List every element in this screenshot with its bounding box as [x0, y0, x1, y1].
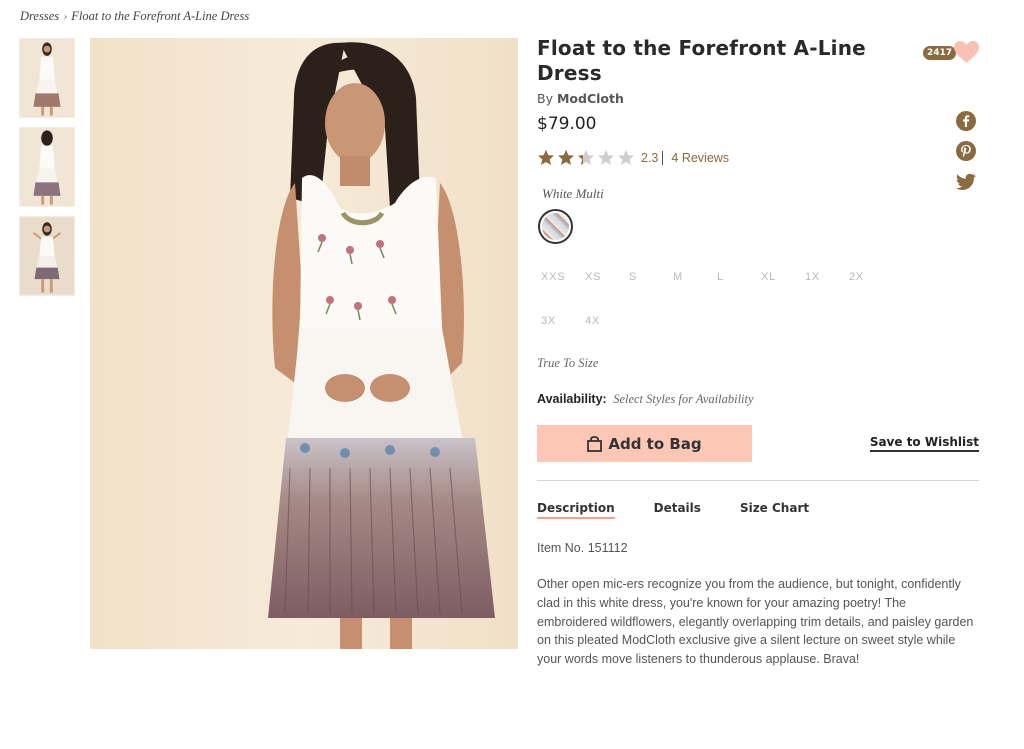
color-name: White Multi — [542, 186, 604, 201]
save-to-wishlist-link[interactable]: Save to Wishlist — [869, 435, 979, 452]
star-icon — [558, 149, 574, 165]
shopping-bag-icon — [587, 435, 603, 452]
tab-description[interactable]: Description — [537, 501, 615, 519]
rating-stars — [537, 149, 637, 167]
size-option-2x[interactable]: 2X — [849, 268, 893, 286]
thumbnail-gallery — [19, 38, 75, 305]
star-icon — [598, 149, 614, 165]
thumbnail-pose-image — [20, 217, 74, 295]
item-number: Item No. 151112 — [537, 541, 628, 555]
pinterest-icon[interactable] — [956, 141, 976, 161]
availability-value: Select Styles for Availability — [613, 392, 754, 406]
add-to-bag-button[interactable]: Add to Bag — [537, 425, 752, 462]
brand-prefix: By — [537, 91, 553, 106]
availability: Availability: Select Styles for Availabi… — [537, 392, 979, 407]
main-product-image[interactable] — [90, 38, 518, 649]
size-option-1x[interactable]: 1X — [805, 268, 849, 286]
tab-details[interactable]: Details — [654, 501, 701, 519]
heart-icon[interactable] — [954, 41, 979, 64]
thumbnail-back-image — [20, 128, 74, 206]
breadcrumb-dresses-link[interactable]: Dresses — [20, 9, 59, 23]
size-option-m[interactable]: M — [673, 268, 717, 286]
thumbnail-back[interactable] — [19, 127, 75, 207]
thumbnail-front[interactable] — [19, 38, 75, 118]
thumbnail-pose[interactable] — [19, 216, 75, 296]
size-option-xs[interactable]: XS — [585, 268, 629, 286]
product-price: $79.00 — [537, 114, 597, 134]
size-option-xl[interactable]: XL — [761, 268, 805, 286]
product-info-panel: Float to the Forefront A-Line Dress By M… — [537, 36, 979, 669]
product-brand-line: By ModCloth — [537, 91, 979, 106]
color-swatch-white-multi[interactable] — [538, 209, 573, 244]
size-option-3x[interactable]: 3X — [541, 312, 585, 330]
reviews-link[interactable]: 4 Reviews — [671, 151, 729, 165]
size-option-xxs[interactable]: XXS — [541, 268, 585, 286]
star-icon — [538, 149, 554, 165]
section-divider — [537, 480, 979, 481]
product-photo-illustration — [90, 38, 518, 649]
breadcrumb-current: Float to the Forefront A-Line Dress — [71, 9, 250, 23]
brand-link[interactable]: ModCloth — [557, 91, 624, 106]
product-description: Other open mic-ers recognize you from th… — [537, 577, 974, 667]
star-icon — [578, 149, 594, 165]
rating-row: 2.3 4 Reviews — [537, 148, 979, 168]
star-icon — [618, 149, 634, 165]
add-to-bag-label: Add to Bag — [608, 434, 702, 453]
twitter-icon[interactable] — [956, 172, 976, 192]
size-option-s[interactable]: S — [629, 268, 673, 286]
product-tabs: Description Details Size Chart — [537, 501, 979, 519]
size-option-4x[interactable]: 4X — [585, 312, 629, 330]
rating-divider — [662, 151, 664, 165]
facebook-icon[interactable] — [956, 111, 976, 131]
size-option-l[interactable]: L — [717, 268, 761, 286]
size-selector: XXS XS S M L XL 1X 2X 3X 4X — [541, 268, 979, 330]
rating-value: 2.3 — [641, 151, 659, 165]
purchase-actions: Add to Bag Save to Wishlist — [537, 425, 979, 462]
availability-label: Availability: — [537, 392, 607, 406]
tab-size-chart[interactable]: Size Chart — [740, 501, 809, 519]
product-title: Float to the Forefront A-Line Dress — [537, 36, 866, 85]
breadcrumb-separator: › — [63, 9, 68, 23]
fit-label: True To Size — [537, 356, 599, 370]
favorites-count-badge: 2417 — [923, 46, 957, 60]
breadcrumb: Dresses › Float to the Forefront A-Line Dr… — [20, 9, 249, 24]
swatch-pattern — [542, 213, 569, 240]
thumbnail-front-image — [20, 39, 74, 117]
